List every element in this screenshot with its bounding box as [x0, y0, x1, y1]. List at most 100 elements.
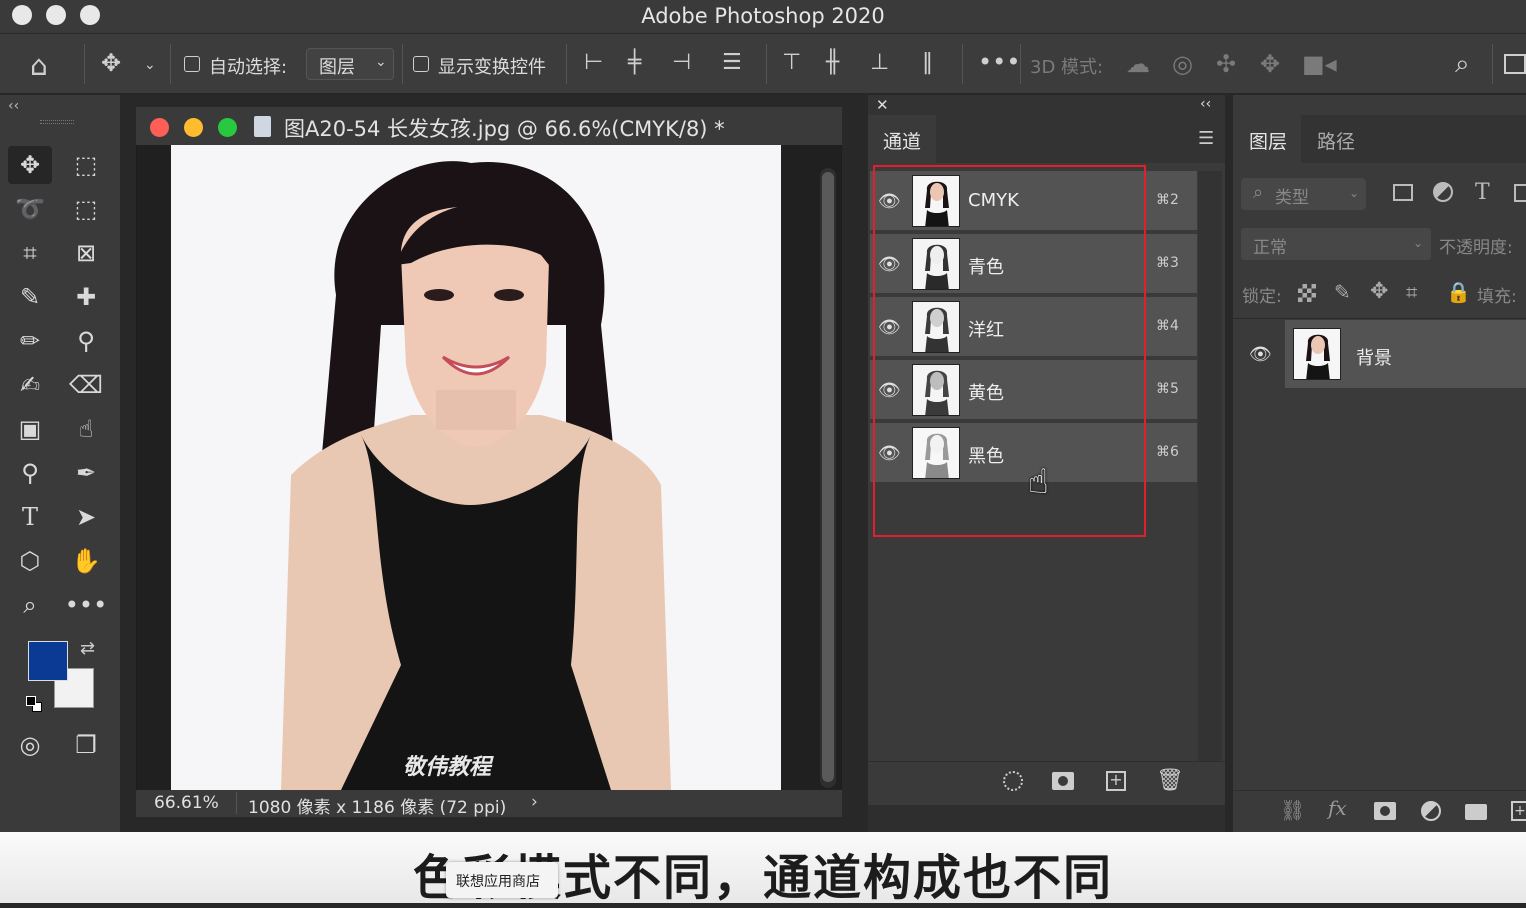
divider: [766, 44, 767, 84]
new-adjustment-icon[interactable]: [1421, 801, 1441, 821]
shape-tool[interactable]: ⬡: [8, 542, 52, 580]
add-mask-icon[interactable]: [1374, 802, 1396, 820]
visibility-eye-icon[interactable]: 👁: [1249, 344, 1272, 365]
close-document-button[interactable]: [150, 118, 169, 137]
close-panel-icon[interactable]: ✕: [876, 96, 889, 114]
quick-mask-icon[interactable]: ◎: [8, 726, 52, 764]
align-middle-v-icon[interactable]: ╫: [826, 52, 839, 74]
clone-stamp-tool[interactable]: ⚲: [64, 322, 108, 360]
zoom-document-button[interactable]: [218, 118, 237, 137]
lock-pixels-icon[interactable]: ✎: [1334, 280, 1351, 304]
frame-tool[interactable]: ⊠: [64, 234, 108, 272]
fx-icon[interactable]: fx: [1328, 796, 1347, 820]
eraser-tool[interactable]: ⌫: [64, 366, 108, 404]
panel-resize-bar[interactable]: [868, 805, 1225, 832]
lock-artboard-icon[interactable]: ⌗: [1406, 280, 1417, 304]
distribute-horizontal-icon[interactable]: ‖: [922, 52, 933, 74]
pixel-filter-icon[interactable]: [1393, 184, 1413, 201]
new-layer-icon[interactable]: +: [1511, 801, 1526, 821]
lasso-tool[interactable]: ➰: [8, 190, 52, 228]
trash-icon[interactable]: 🗑: [1156, 768, 1184, 793]
channel-shortcut: ⌘2: [1156, 192, 1179, 208]
auto-select-dropdown[interactable]: 图层 ⌄: [306, 48, 394, 80]
workspace-icon[interactable]: [1504, 54, 1526, 74]
divider: [1020, 44, 1021, 84]
foreground-color-swatch[interactable]: [28, 641, 68, 681]
tab-paths[interactable]: 路径: [1317, 127, 1355, 154]
video-camera-icon[interactable]: ■◂: [1302, 52, 1337, 76]
align-center-h-icon[interactable]: ╪: [628, 52, 641, 74]
collapse-panel-icon[interactable]: ‹‹: [1200, 96, 1211, 112]
opacity-label: 不透明度:: [1439, 238, 1513, 258]
shape-filter-icon[interactable]: [1514, 184, 1526, 202]
align-left-icon[interactable]: ⊢: [584, 52, 603, 74]
brush-tool[interactable]: ✏: [8, 322, 52, 360]
hand-tool[interactable]: ✋: [64, 542, 108, 580]
swap-colors-icon[interactable]: ⇄: [80, 638, 95, 659]
object-select-tool[interactable]: ⬚: [64, 190, 108, 228]
canvas-image[interactable]: 敬伟教程: [171, 145, 781, 790]
show-transform-checkbox[interactable]: [413, 56, 429, 72]
eyedropper-tool[interactable]: ✎: [8, 278, 52, 316]
load-selection-icon[interactable]: [1003, 771, 1023, 791]
history-brush-tool[interactable]: ✍: [8, 366, 52, 404]
align-bottom-icon[interactable]: ⊥: [870, 52, 889, 74]
tab-channels[interactable]: 通道: [868, 115, 936, 163]
panel-menu-icon[interactable]: ☰: [1198, 128, 1214, 149]
layer-row-background[interactable]: 背景: [1285, 320, 1526, 388]
zoom-level[interactable]: 66.61%: [154, 793, 219, 813]
align-top-icon[interactable]: ⊤: [782, 52, 801, 74]
lock-all-icon[interactable]: 🔒: [1446, 280, 1471, 304]
adjustment-filter-icon[interactable]: [1433, 182, 1453, 202]
drag-handle[interactable]: [40, 120, 74, 124]
more-tools-icon[interactable]: •••: [64, 586, 108, 624]
home-icon[interactable]: ⌂: [30, 52, 48, 80]
type-tool[interactable]: T: [8, 498, 52, 536]
link-layers-icon[interactable]: ⛓: [1280, 798, 1305, 822]
more-options-icon[interactable]: •••: [978, 50, 1020, 74]
auto-select-checkbox[interactable]: [184, 56, 200, 72]
gradient-tool[interactable]: ▣: [8, 410, 52, 448]
move-tool[interactable]: ✥: [8, 146, 52, 184]
distribute-vertical-icon[interactable]: ☰: [722, 52, 742, 74]
marquee-tool[interactable]: ⬚: [64, 146, 108, 184]
smudge-tool[interactable]: ☝: [64, 410, 108, 448]
pen-tool[interactable]: ✒: [64, 454, 108, 492]
watermark-text: 敬伟教程: [403, 755, 492, 780]
align-right-icon[interactable]: ⊣: [672, 52, 691, 74]
collapse-panel-icon[interactable]: ‹‹: [8, 98, 19, 114]
blend-mode-dropdown[interactable]: 正常 ⌄: [1241, 228, 1431, 260]
minimize-document-button[interactable]: [184, 118, 203, 137]
new-group-folder-icon[interactable]: [1465, 804, 1487, 820]
layer-filter-dropdown[interactable]: ⌕ 类型 ⌄: [1241, 178, 1366, 210]
orbit-3d-icon[interactable]: ☁: [1126, 52, 1150, 76]
vertical-scrollbar[interactable]: [820, 168, 836, 788]
divider: [566, 44, 567, 84]
scrollbar-thumb[interactable]: [822, 172, 834, 782]
move-tool-icon[interactable]: ✥: [101, 51, 121, 75]
zoom-tool[interactable]: ⌕: [8, 586, 52, 624]
healing-brush-tool[interactable]: ✚: [64, 278, 108, 316]
roll-3d-icon[interactable]: ◎: [1172, 52, 1193, 76]
lock-position-icon[interactable]: ✥: [1370, 279, 1388, 304]
channels-scrollbar[interactable]: [1198, 171, 1222, 761]
search-icon[interactable]: ⌕: [1455, 51, 1470, 77]
path-select-tool[interactable]: ➤: [64, 498, 108, 536]
drag-3d-icon[interactable]: ✣: [1216, 52, 1236, 76]
save-selection-mask-icon[interactable]: [1052, 772, 1074, 790]
chevron-down-icon[interactable]: ⌄: [144, 58, 156, 72]
crop-tool[interactable]: ⌗: [8, 234, 52, 272]
tab-channels-label: 通道: [883, 131, 922, 153]
chevron-right-icon[interactable]: ›: [531, 792, 538, 812]
new-channel-icon[interactable]: +: [1106, 771, 1126, 791]
store-badge[interactable]: 联想应用商店: [446, 862, 558, 898]
screen-mode-icon[interactable]: ❐: [64, 726, 108, 764]
dodge-tool[interactable]: ⚲: [8, 454, 52, 492]
divider: [962, 44, 963, 84]
tab-layers[interactable]: 图层: [1233, 115, 1301, 163]
default-colors-icon[interactable]: [26, 696, 42, 712]
lock-transparency-icon[interactable]: [1298, 284, 1316, 302]
slide-3d-icon[interactable]: ✥: [1260, 52, 1280, 76]
channel-shortcut: ⌘6: [1156, 444, 1179, 460]
type-filter-icon[interactable]: T: [1475, 180, 1490, 205]
